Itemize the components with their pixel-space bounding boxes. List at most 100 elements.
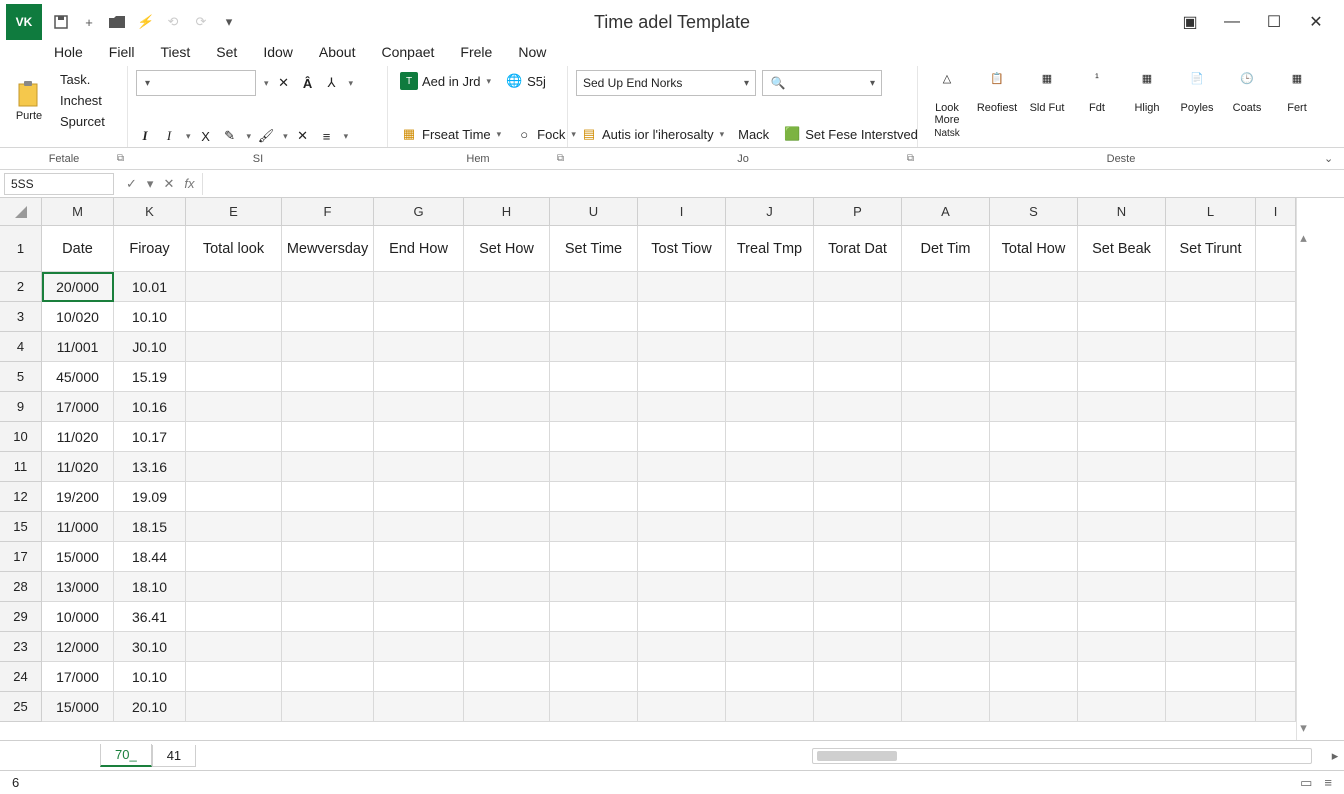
s5-button[interactable]: 🌐S5j [501,70,550,92]
cell[interactable] [464,572,550,602]
cell[interactable] [814,392,902,422]
cell[interactable] [638,602,726,632]
scrollbar-thumb[interactable] [817,751,897,761]
cell[interactable]: 10.10 [114,662,186,692]
cell[interactable] [902,422,990,452]
cell[interactable]: 18.15 [114,512,186,542]
cell[interactable] [814,302,902,332]
cell[interactable]: 13/000 [42,572,114,602]
cell[interactable] [1078,302,1166,332]
cell[interactable] [550,332,638,362]
cell[interactable] [1166,512,1256,542]
cell[interactable] [374,452,464,482]
cell[interactable] [464,662,550,692]
cell[interactable] [902,452,990,482]
cell[interactable] [638,662,726,692]
cell[interactable] [990,512,1078,542]
strike-icon[interactable]: X [197,127,215,145]
flash-icon[interactable]: ⚡ [136,13,154,31]
redo-icon[interactable]: ⟳ [192,13,210,31]
scroll-down-icon[interactable]: ▾ [1300,720,1307,736]
cell[interactable]: 12/000 [42,632,114,662]
cell[interactable] [726,512,814,542]
view-normal-icon[interactable]: ▭ [1300,775,1312,791]
cell[interactable] [726,362,814,392]
header-cell[interactable]: Mewversday [282,226,374,272]
cell[interactable] [374,542,464,572]
setfese-button[interactable]: 🟩Set Fese Interstved [779,123,922,145]
cell[interactable] [1166,332,1256,362]
cell[interactable] [374,362,464,392]
cell[interactable]: 10.16 [114,392,186,422]
cell[interactable] [550,512,638,542]
column-header[interactable]: I [1256,198,1296,226]
header-cell[interactable]: Firoay [114,226,186,272]
cell[interactable] [1256,302,1296,332]
cell[interactable] [464,452,550,482]
row-header[interactable]: 1 [0,226,42,272]
cell[interactable] [186,692,282,722]
cell[interactable] [902,332,990,362]
frseat-button[interactable]: ▦Frseat Time▾ [396,123,505,145]
cell[interactable] [1256,512,1296,542]
paste-button[interactable]: Purte [8,80,50,122]
cell[interactable] [282,602,374,632]
cell[interactable] [1078,692,1166,722]
header-cell[interactable] [1256,226,1296,272]
align-icon[interactable]: ≡ [318,127,336,145]
cell[interactable] [1166,602,1256,632]
cell[interactable] [1166,422,1256,452]
cell[interactable] [902,512,990,542]
column-header[interactable]: E [186,198,282,226]
cell[interactable] [282,362,374,392]
cell[interactable]: 20.10 [114,692,186,722]
row-header[interactable]: 29 [0,602,42,632]
cell[interactable] [1256,452,1296,482]
cell[interactable] [374,572,464,602]
cell[interactable] [186,392,282,422]
cell[interactable] [1256,662,1296,692]
cell[interactable]: 11/000 [42,512,114,542]
header-cell[interactable]: Treal Tmp [726,226,814,272]
cell[interactable] [1166,482,1256,512]
cell[interactable] [1256,272,1296,302]
cell[interactable] [1078,662,1166,692]
pencil-icon[interactable]: ✎ [221,127,239,145]
cell[interactable] [1166,302,1256,332]
column-header[interactable]: U [550,198,638,226]
undo-icon[interactable]: ⟲ [164,13,182,31]
font-effect-icon[interactable]: ⅄ [323,74,341,92]
cell[interactable] [1256,422,1296,452]
header-cell[interactable]: Set Beak [1078,226,1166,272]
cell[interactable]: 15/000 [42,542,114,572]
cell[interactable] [726,422,814,452]
cell[interactable] [1256,362,1296,392]
cell[interactable] [550,542,638,572]
cell[interactable] [638,512,726,542]
cell[interactable] [726,692,814,722]
cell[interactable] [282,422,374,452]
horizontal-scrollbar[interactable] [812,748,1312,764]
row-header[interactable]: 25 [0,692,42,722]
menu-tab[interactable]: Conpaet [381,44,434,60]
menu-tab[interactable]: Idow [263,44,293,60]
close-button[interactable]: ✕ [1306,12,1326,32]
ribbon-big-button[interactable]: ▦Sld Fut [1026,72,1068,114]
secondary-combo[interactable]: 🔍▾ [762,70,882,96]
column-header[interactable]: K [114,198,186,226]
cell[interactable] [1166,692,1256,722]
cell[interactable] [638,482,726,512]
cell[interactable] [814,362,902,392]
cell[interactable]: J0.10 [114,332,186,362]
cell[interactable] [1078,542,1166,572]
cell[interactable] [638,452,726,482]
cell[interactable] [464,272,550,302]
cell[interactable] [902,362,990,392]
cell[interactable] [638,392,726,422]
cell[interactable] [186,572,282,602]
vertical-scrollbar[interactable]: ▴ ▾ [1296,226,1310,740]
cell[interactable] [550,392,638,422]
cell[interactable] [726,302,814,332]
cell[interactable] [990,572,1078,602]
italic2-button[interactable]: I [160,127,178,145]
